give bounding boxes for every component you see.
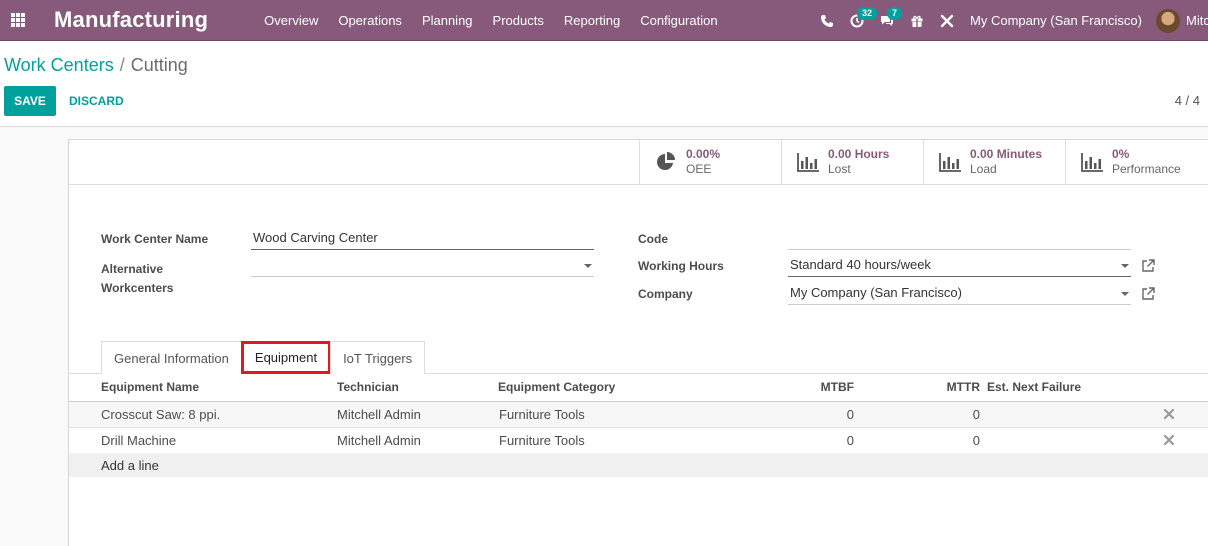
oee-label: OEE [686,162,712,176]
mtbf-cell: 0 [846,433,854,448]
load-stat-button[interactable]: 0.00 Minutes Load [923,140,1065,184]
control-panel: Work Centers / Cutting SAVE DISCARD 4 / … [0,41,1208,127]
performance-stat-button[interactable]: 0% Performance [1065,140,1207,184]
alternative-workcenters-input[interactable] [251,255,594,277]
mttr-cell: 0 [972,433,980,448]
phone-icon[interactable] [812,0,842,41]
col-mtbf[interactable]: MTBF [809,380,854,394]
tab-general-information[interactable]: General Information [101,341,242,374]
breadcrumb-separator: / [119,55,125,75]
mttr-cell: 0 [972,407,980,422]
code-input[interactable] [788,228,1131,250]
menu-operations[interactable]: Operations [328,0,412,41]
save-button[interactable]: SAVE [4,86,56,116]
col-mttr[interactable]: MTTR [933,380,980,394]
breadcrumb-work-centers[interactable]: Work Centers [4,55,114,76]
code-label: Code [638,232,668,246]
form-sheet: 0.00% OEE 0.00 Hours Lost 0.00 Minutes L… [68,139,1208,546]
user-avatar[interactable] [1156,8,1180,33]
chevron-down-icon[interactable] [1121,292,1129,296]
load-value: 0.00 Minutes [970,147,1043,161]
category-cell: Furniture Tools [499,433,585,448]
col-est-next-failure[interactable]: Est. Next Failure [987,380,1081,394]
breadcrumb-current: Cutting [130,55,188,75]
category-cell: Furniture Tools [499,407,585,422]
col-equipment-name[interactable]: Equipment Name [101,380,199,394]
technician-cell: Mitchell Admin [337,433,421,448]
table-row[interactable]: Drill Machine Mitchell Admin Furniture T… [69,428,1208,454]
bar-chart-icon [939,153,961,172]
lost-value: 0.00 Hours [828,147,890,161]
menu-reporting[interactable]: Reporting [554,0,630,41]
discard-button[interactable]: DISCARD [69,86,124,116]
add-line-link[interactable]: Add a line [101,458,159,473]
top-navbar: Manufacturing Overview Operations Planni… [0,0,1208,41]
debug-tools-icon[interactable] [932,0,962,41]
pager-value[interactable]: 4 / 4 [1175,93,1200,108]
performance-value: 0% [1112,147,1130,161]
company-label: Company [638,287,693,301]
stat-button-box: 0.00% OEE 0.00 Hours Lost 0.00 Minutes L… [69,140,1208,185]
delete-row-icon[interactable] [1163,408,1175,420]
app-brand[interactable]: Manufacturing [54,7,208,33]
col-technician[interactable]: Technician [337,380,399,394]
technician-cell: Mitchell Admin [337,407,421,422]
bar-chart-icon [1081,153,1103,172]
menu-overview[interactable]: Overview [254,0,328,41]
performance-label: Performance [1112,162,1181,176]
gift-icon[interactable] [902,0,932,41]
table-row[interactable]: Crosscut Saw: 8 ppi. Mitchell Admin Furn… [69,402,1208,428]
bar-chart-icon [797,153,819,172]
chevron-down-icon[interactable] [584,264,592,268]
delete-row-icon[interactable] [1163,434,1175,446]
activity-clock-icon[interactable]: 32 [842,0,878,41]
tab-equipment[interactable]: Equipment [240,341,332,374]
company-switcher[interactable]: My Company (San Francisco) [970,13,1142,28]
load-label: Load [970,162,997,176]
systray: 32 7 My Company (San Francisco) Mitchell… [812,0,1208,41]
alternative-workcenters-label: Alternative Workcenters [101,262,174,295]
add-line-row: Add a line [69,453,1208,477]
user-menu[interactable]: Mitchell Admin [1186,13,1208,28]
oee-value: 0.00% [686,147,721,161]
working-hours-select[interactable]: Standard 40 hours/week [788,255,1131,277]
menu-planning[interactable]: Planning [412,0,483,41]
chevron-down-icon[interactable] [1121,264,1129,268]
messages-badge: 7 [887,7,903,20]
work-center-name-input[interactable]: Wood Carving Center [251,228,594,250]
lost-label: Lost [828,162,851,176]
company-select[interactable]: My Company (San Francisco) [788,283,1131,305]
work-center-name-label: Work Center Name [101,232,209,246]
apps-menu-icon[interactable] [0,0,36,41]
tab-iot-triggers[interactable]: IoT Triggers [330,341,426,374]
mtbf-cell: 0 [846,407,854,422]
working-hours-value: Standard 40 hours/week [790,257,931,272]
equipment-name-cell: Drill Machine [101,433,177,448]
breadcrumb: Work Centers / Cutting [4,55,188,76]
working-hours-label: Working Hours [638,259,724,273]
company-value: My Company (San Francisco) [790,285,962,300]
notebook-tabs: General Information Equipment IoT Trigge… [101,341,426,374]
menu-configuration[interactable]: Configuration [630,0,727,41]
external-link-icon[interactable] [1141,287,1155,301]
pie-chart-icon [657,152,675,170]
lost-stat-button[interactable]: 0.00 Hours Lost [781,140,923,184]
equipment-name-cell: Crosscut Saw: 8 ppi. [101,407,221,422]
messages-icon[interactable]: 7 [872,0,903,41]
external-link-icon[interactable] [1141,259,1155,273]
oee-stat-button[interactable]: 0.00% OEE [639,140,781,184]
col-equipment-category[interactable]: Equipment Category [498,380,615,394]
menu-products[interactable]: Products [483,0,554,41]
main-menu: Overview Operations Planning Products Re… [254,0,727,41]
